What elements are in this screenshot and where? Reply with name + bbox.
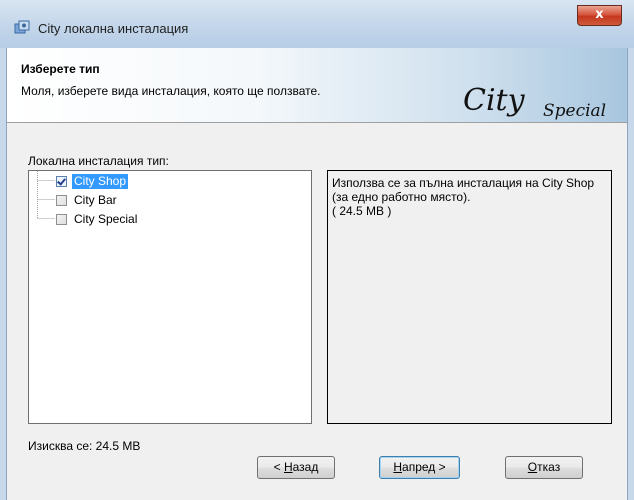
- required-space: Изисква се: 24.5 MB: [28, 439, 141, 453]
- window-frame-right: [627, 48, 634, 500]
- window-title: City локална инсталация: [38, 21, 189, 36]
- city-shop-checkbox[interactable]: [56, 175, 67, 187]
- tree-item-city-bar[interactable]: City Bar: [56, 192, 119, 208]
- city-special-logo: City Special: [463, 83, 606, 121]
- back-prefix: <: [273, 460, 284, 474]
- cancel-hotkey: О: [527, 460, 538, 474]
- tree-item-city-special[interactable]: City Special: [56, 211, 139, 227]
- dialog-body: Изберете тип Моля, изберете вида инстала…: [7, 48, 627, 500]
- installer-icon: [14, 20, 30, 34]
- cancel-button[interactable]: Отказ: [505, 456, 583, 479]
- tree-label: Локална инсталация тип:: [28, 154, 169, 168]
- install-type-tree[interactable]: City Shop City Bar City Special: [28, 170, 312, 424]
- svg-text:City: City: [463, 83, 526, 118]
- back-label: азад: [292, 460, 319, 474]
- description-text: Използва се за пълна инсталация на City …: [332, 176, 595, 218]
- title-bar: City локална инсталация x: [0, 0, 634, 49]
- page-subtitle: Моля, изберете вида инсталация, която ще…: [21, 84, 321, 98]
- close-icon: x: [595, 7, 604, 22]
- cancel-label: тказ: [537, 460, 561, 474]
- window-frame-left: [0, 48, 7, 500]
- tree-item-label[interactable]: City Bar: [72, 193, 119, 208]
- back-button[interactable]: < Назад: [257, 456, 335, 479]
- close-button[interactable]: x: [577, 5, 622, 26]
- page-title: Изберете тип: [21, 62, 100, 76]
- next-button[interactable]: Напред >: [379, 456, 460, 479]
- header-banner: Изберете тип Моля, изберете вида инстала…: [7, 48, 627, 123]
- tree-item-label[interactable]: City Special: [72, 212, 139, 227]
- back-hotkey: Н: [283, 460, 293, 474]
- next-label: апред >: [402, 460, 446, 474]
- description-box: Използва се за пълна инсталация на City …: [327, 170, 612, 424]
- svg-text:Special: Special: [543, 101, 606, 121]
- tree-item-city-shop[interactable]: City Shop: [56, 173, 129, 189]
- tree-item-label[interactable]: City Shop: [72, 173, 129, 189]
- city-special-checkbox[interactable]: [56, 213, 67, 225]
- next-hotkey: Н: [393, 460, 403, 474]
- city-bar-checkbox[interactable]: [56, 194, 67, 206]
